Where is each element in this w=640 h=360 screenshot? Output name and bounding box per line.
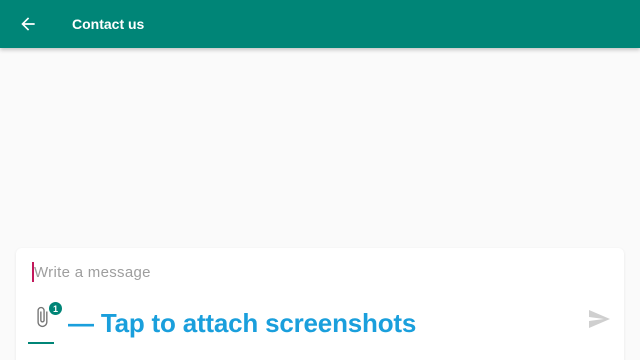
app-bar: Contact us [0, 0, 640, 48]
page-title: Contact us [72, 16, 145, 32]
arrow-back-icon [21, 17, 35, 31]
back-button[interactable] [0, 0, 56, 48]
attach-hint-annotation: — Tap to attach screenshots [68, 308, 417, 338]
message-input[interactable] [32, 260, 592, 284]
text-cursor [32, 262, 34, 282]
attachment-count-badge: 1 [48, 301, 63, 316]
attach-active-indicator [28, 342, 54, 344]
send-icon [589, 310, 610, 328]
send-button[interactable] [586, 306, 612, 332]
message-composer: 1 — Tap to attach screenshots [16, 248, 624, 360]
